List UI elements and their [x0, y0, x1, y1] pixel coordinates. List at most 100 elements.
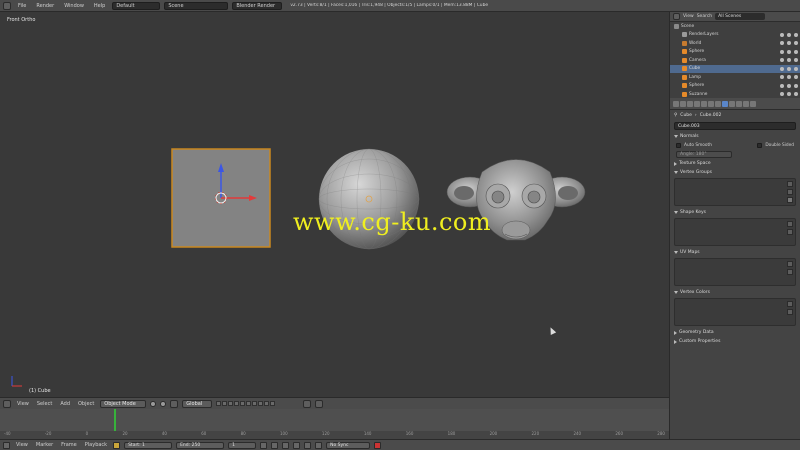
jump-prev-keyframe-button[interactable] — [271, 441, 279, 449]
eye-icon[interactable] — [780, 75, 784, 80]
angle-field[interactable]: Angle: 180° — [676, 151, 732, 158]
cursor-select-icon[interactable] — [787, 75, 791, 80]
panel-custom-properties-header[interactable]: Custom Properties — [670, 337, 800, 346]
outliner-editor[interactable]: View Search All Scenes Scene RenderLayers… — [669, 12, 800, 98]
panel-normals-header[interactable]: Normals — [670, 132, 800, 141]
panel-uv-maps-header[interactable]: UV Maps — [670, 248, 800, 257]
cursor-select-icon[interactable] — [787, 41, 791, 46]
add-vertex-group-button[interactable] — [787, 181, 793, 187]
properties-context-tabs[interactable] — [670, 98, 800, 110]
cursor-select-icon[interactable] — [787, 92, 791, 97]
menu-help[interactable]: Help — [91, 3, 108, 9]
3d-viewport[interactable]: Front Ortho www.cg-ku.com (1) Cube — [0, 12, 669, 397]
editor-type-icon[interactable] — [673, 13, 680, 20]
visibility-toggles[interactable] — [780, 41, 798, 46]
properties-editor[interactable]: ⚲ Cube › Cube.002 Cube.003 Normals Auto … — [669, 98, 800, 439]
visibility-toggles[interactable] — [780, 66, 798, 71]
scene-tab-icon[interactable] — [687, 100, 693, 107]
layer-buttons[interactable] — [216, 401, 276, 406]
uv-maps-list[interactable] — [674, 258, 796, 286]
interaction-mode-selector[interactable]: Object Mode — [100, 399, 147, 408]
start-frame-field[interactable]: Start: 1 — [124, 441, 173, 449]
menu-view[interactable]: View — [683, 14, 694, 19]
cursor-select-icon[interactable] — [787, 66, 791, 71]
outliner-item[interactable]: World — [670, 39, 800, 48]
editor-type-icon[interactable] — [3, 399, 11, 408]
vertex-group-menu-button[interactable] — [787, 197, 793, 203]
eye-icon[interactable] — [780, 83, 784, 88]
camera-render-icon[interactable] — [794, 92, 798, 97]
outliner-tree[interactable]: Scene RenderLayers World Sphere Camera Cube La… — [670, 22, 800, 99]
object-tab-icon[interactable] — [701, 100, 707, 107]
menu-select[interactable]: Select — [35, 401, 54, 407]
play-reverse-button[interactable] — [282, 441, 290, 449]
outliner-item[interactable]: Sphere — [670, 82, 800, 91]
menu-add[interactable]: Add — [58, 401, 72, 407]
add-shape-key-button[interactable] — [787, 221, 793, 227]
sync-mode-selector[interactable]: No Sync — [326, 441, 371, 449]
modifiers-tab-icon[interactable] — [715, 100, 721, 107]
render-tab-icon[interactable] — [673, 100, 679, 107]
render-preview-icon[interactable] — [315, 399, 324, 408]
vertex-groups-list[interactable] — [674, 178, 796, 206]
visibility-toggles[interactable] — [780, 92, 798, 97]
menu-window[interactable]: Window — [61, 3, 87, 9]
eye-icon[interactable] — [780, 41, 784, 46]
menu-playback[interactable]: Playback — [83, 442, 109, 448]
end-frame-field[interactable]: End: 250 — [176, 441, 225, 449]
menu-search[interactable]: Search — [697, 14, 712, 19]
camera-render-icon[interactable] — [794, 32, 798, 37]
camera-render-icon[interactable] — [794, 41, 798, 46]
particles-tab-icon[interactable] — [743, 100, 749, 107]
eye-icon[interactable] — [780, 58, 784, 63]
remove-vertex-group-button[interactable] — [787, 189, 793, 195]
panel-vertex-colors-header[interactable]: Vertex Colors — [670, 288, 800, 297]
menu-object[interactable]: Object — [76, 401, 96, 407]
layout-selector[interactable]: Default — [112, 1, 161, 10]
physics-tab-icon[interactable] — [750, 100, 756, 107]
visibility-toggles[interactable] — [780, 58, 798, 63]
camera-render-icon[interactable] — [794, 49, 798, 54]
transform-orientation-selector[interactable]: Global — [182, 399, 213, 408]
menu-view[interactable]: View — [14, 442, 30, 448]
eye-icon[interactable] — [780, 32, 784, 37]
outliner-item[interactable]: Camera — [670, 56, 800, 65]
viewport-shading-icon[interactable] — [150, 400, 157, 407]
editor-type-icon[interactable] — [3, 441, 10, 449]
camera-render-icon[interactable] — [794, 66, 798, 71]
material-tab-icon[interactable] — [729, 100, 735, 107]
panel-geometry-data-header[interactable]: Geometry Data — [670, 328, 800, 337]
menu-frame[interactable]: Frame — [59, 442, 79, 448]
timeline-editor[interactable]: -40 -20 0 20 40 60 80 100 120 140 160 180 200 220 240 2… — [0, 409, 669, 439]
menu-marker[interactable]: Marker — [34, 442, 55, 448]
menu-file[interactable]: File — [15, 3, 29, 9]
remove-vertex-color-button[interactable] — [787, 309, 793, 315]
mesh-name-field[interactable]: Cube.003 — [674, 122, 796, 130]
viewport-scene[interactable] — [0, 12, 669, 397]
panel-texture-space-header[interactable]: Texture Space — [670, 159, 800, 168]
visibility-toggles[interactable] — [780, 83, 798, 88]
eye-icon[interactable] — [780, 49, 784, 54]
render-layers-tab-icon[interactable] — [680, 100, 686, 107]
remove-shape-key-button[interactable] — [787, 229, 793, 235]
outliner-item[interactable]: Lamp — [670, 73, 800, 82]
eye-icon[interactable] — [780, 66, 784, 71]
record-button[interactable] — [374, 441, 382, 449]
cursor-select-icon[interactable] — [787, 83, 791, 88]
snap-icon[interactable] — [303, 399, 312, 408]
remove-uv-map-button[interactable] — [787, 269, 793, 275]
add-vertex-color-button[interactable] — [787, 301, 793, 307]
cursor-select-icon[interactable] — [787, 49, 791, 54]
camera-render-icon[interactable] — [794, 58, 798, 63]
outliner-display-mode[interactable]: All Scenes — [715, 13, 766, 20]
shape-keys-list[interactable] — [674, 218, 796, 246]
scene-selector[interactable]: Scene — [164, 1, 229, 10]
vertex-colors-list[interactable] — [674, 298, 796, 326]
texture-tab-icon[interactable] — [736, 100, 742, 107]
camera-render-icon[interactable] — [794, 83, 798, 88]
auto-smooth-checkbox[interactable] — [676, 143, 681, 148]
add-uv-map-button[interactable] — [787, 261, 793, 267]
jump-end-button[interactable] — [315, 441, 323, 449]
eye-icon[interactable] — [780, 92, 784, 97]
preview-range-icon[interactable] — [113, 441, 121, 449]
